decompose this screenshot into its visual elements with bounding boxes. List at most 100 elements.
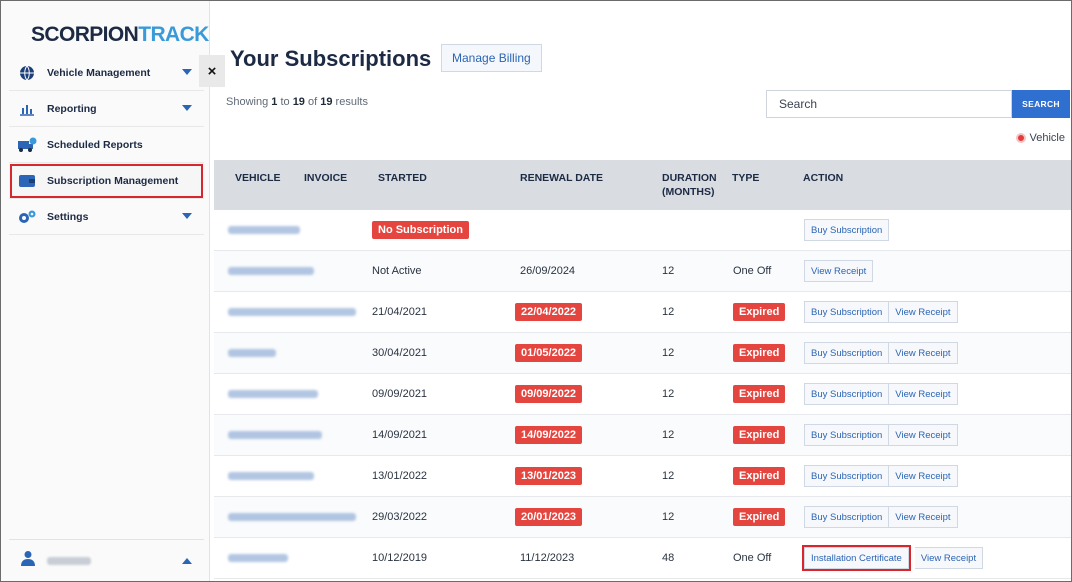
type-cell: Expired (733, 292, 786, 332)
buy-subscription-button[interactable]: Buy Subscription (804, 301, 890, 323)
vehicle-cell[interactable] (228, 333, 276, 373)
table-header: VEHICLE INVOICE STARTED RENEWAL DATE DUR… (214, 160, 1071, 210)
vehicle-cell[interactable] (228, 497, 356, 537)
view-receipt-button[interactable]: View Receipt (914, 547, 984, 569)
table-body: No Subscription Buy Subscription Not Activ… (214, 210, 1071, 579)
expired-badge: Expired (733, 344, 786, 362)
renewal-cell: 01/05/2022 (515, 333, 583, 373)
duration-cell: 48 (662, 552, 675, 564)
logo: SCORPIONTRACK (31, 23, 209, 46)
vehicle-name-redacted (228, 349, 276, 357)
expired-badge: Expired (733, 508, 786, 526)
started-cell: 30/04/2021 (372, 347, 428, 359)
buy-subscription-button[interactable]: Buy Subscription (804, 219, 890, 241)
sidebar-item-label: Vehicle Management (47, 66, 151, 79)
search-input[interactable]: Search (766, 90, 1012, 118)
started-cell: 21/04/2021 (372, 306, 428, 318)
chevron-down-icon[interactable] (182, 69, 192, 75)
globe-icon (17, 65, 37, 81)
sidebar-item-reporting[interactable]: Reporting (9, 91, 204, 127)
gears-icon (17, 209, 37, 225)
user-icon (21, 550, 35, 571)
column-header-renewal-date[interactable]: RENEWAL DATE (520, 171, 603, 185)
buy-subscription-button[interactable]: Buy Subscription (804, 424, 890, 446)
view-receipt-button[interactable]: View Receipt (889, 465, 958, 487)
view-receipt-button[interactable]: View Receipt (889, 301, 958, 323)
vehicle-cell[interactable] (228, 415, 322, 455)
view-receipt-button[interactable]: View Receipt (889, 424, 958, 446)
vehicle-name-redacted (228, 267, 314, 275)
duration-cell: 12 (662, 388, 675, 400)
expired-badge: Expired (733, 467, 786, 485)
type-cell: One Off (733, 265, 772, 277)
duration-cell: 12 (662, 470, 675, 482)
actions-cell: Buy Subscription View Receipt (804, 374, 958, 414)
buy-subscription-button[interactable]: Buy Subscription (804, 342, 890, 364)
expired-date-badge: 01/05/2022 (515, 344, 583, 362)
vehicle-name-redacted (228, 513, 356, 521)
buy-subscription-button[interactable]: Buy Subscription (804, 506, 890, 528)
view-receipt-button[interactable]: View Receipt (889, 506, 958, 528)
actions-cell: Buy Subscription (804, 210, 890, 250)
type-cell: Expired (733, 497, 786, 537)
column-header-duration[interactable]: DURATION (MONTHS) (662, 171, 717, 199)
duration-cell: 12 (662, 511, 675, 523)
type-cell: Expired (733, 456, 786, 496)
sidebar-item-vehicle-management[interactable]: Vehicle Management (9, 55, 204, 91)
vehicle-cell[interactable] (228, 538, 288, 578)
vehicle-name-redacted (228, 472, 314, 480)
expired-date-badge: 20/01/2023 (515, 508, 583, 526)
expired-date-badge: 09/09/2022 (515, 385, 583, 403)
sidebar-item-label: Scheduled Reports (47, 138, 143, 151)
expired-badge: Expired (733, 385, 786, 403)
sidebar-item-label: Subscription Management (47, 174, 179, 187)
legend: Vehicle (1015, 132, 1065, 144)
sidebar-item-settings[interactable]: Settings (9, 199, 204, 235)
column-header-type[interactable]: TYPE (732, 171, 759, 185)
actions-cell: View Receipt (804, 251, 874, 291)
view-receipt-button[interactable]: View Receipt (804, 260, 874, 282)
vehicle-cell[interactable] (228, 292, 356, 332)
vehicle-name-redacted (228, 554, 288, 562)
sidebar-item-scheduled-reports[interactable]: Scheduled Reports (9, 127, 204, 163)
type-cell: Expired (733, 374, 786, 414)
view-receipt-button[interactable]: View Receipt (889, 383, 958, 405)
column-header-started[interactable]: STARTED (378, 171, 427, 185)
column-header-action[interactable]: ACTION (803, 171, 843, 185)
duration-cell: 12 (662, 265, 675, 277)
close-sidebar-button[interactable]: × (199, 55, 225, 87)
actions-cell: Buy Subscription View Receipt (804, 456, 958, 496)
type-cell: Expired (733, 333, 786, 373)
vehicle-cell[interactable] (228, 374, 318, 414)
column-header-invoice[interactable]: INVOICE (304, 171, 347, 185)
vehicle-cell[interactable] (228, 251, 314, 291)
buy-subscription-button[interactable]: Buy Subscription (804, 383, 890, 405)
vehicle-name-redacted (228, 431, 322, 439)
wallet-icon (17, 173, 37, 189)
started-cell: Not Active (372, 265, 422, 277)
status-badge: No Subscription (372, 221, 469, 239)
renewal-cell: 26/09/2024 (520, 265, 576, 277)
vehicle-cell[interactable] (228, 210, 300, 250)
chevron-down-icon[interactable] (182, 105, 192, 111)
table-row: No Subscription Buy Subscription (214, 210, 1071, 251)
started-cell: 29/03/2022 (372, 511, 428, 523)
started-cell: 09/09/2021 (372, 388, 428, 400)
started-cell: No Subscription (372, 210, 469, 250)
search-button[interactable]: SEARCH (1012, 90, 1070, 118)
expired-badge: Expired (733, 303, 786, 321)
buy-subscription-button[interactable]: Buy Subscription (804, 465, 890, 487)
sidebar-item-subscription-management[interactable]: Subscription Management (9, 163, 204, 199)
chevron-up-icon[interactable] (182, 558, 192, 564)
installation-certificate-button[interactable]: Installation Certificate (802, 545, 911, 571)
user-menu[interactable] (9, 539, 204, 581)
column-header-vehicle[interactable]: VEHICLE (235, 171, 281, 185)
sidebar: SCORPIONTRACK Vehicle Management Reporti… (1, 1, 210, 581)
expired-date-badge: 14/09/2022 (515, 426, 583, 444)
vehicle-cell[interactable] (228, 456, 314, 496)
view-receipt-button[interactable]: View Receipt (889, 342, 958, 364)
vehicle-name-redacted (228, 226, 300, 234)
chevron-down-icon[interactable] (182, 213, 192, 219)
manage-billing-button[interactable]: Manage Billing (441, 44, 542, 72)
renewal-cell: 11/12/2023 (520, 552, 575, 564)
